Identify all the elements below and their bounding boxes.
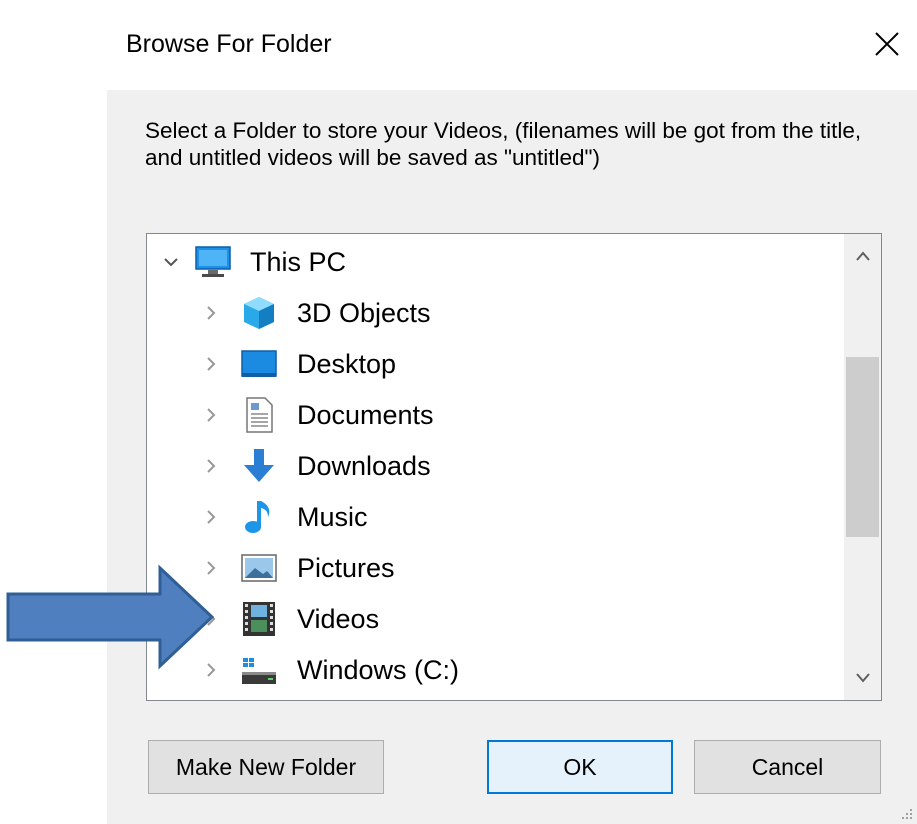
tree-item-label: Downloads [297,450,431,481]
folder-tree[interactable]: This PC 3D Objects Desktop Documents Dow… [146,233,882,701]
scroll-down-button[interactable] [844,656,881,700]
chevron-right-icon[interactable] [201,507,221,527]
tree-item-this-pc[interactable]: This PC [147,238,837,286]
tree-item-label: This PC [250,246,347,277]
tree-item-label: Windows (C:) [297,654,460,685]
chevron-down-icon[interactable] [161,252,181,272]
tree-item-label: Desktop [297,348,397,379]
dialog-body: Select a Folder to store your Videos, (f… [107,90,917,824]
windows-drive-icon [242,658,276,684]
tree-item-desktop[interactable]: Desktop [147,340,837,388]
downloads-icon [244,449,274,482]
tree-item-music[interactable]: Music [147,493,837,541]
music-icon [245,501,270,533]
tree-item-pictures[interactable]: Pictures [147,544,837,592]
documents-icon [246,397,273,433]
this-pc-icon [195,246,231,277]
chevron-right-icon[interactable] [201,303,221,323]
chevron-right-icon[interactable] [201,456,221,476]
3d-objects-icon [244,297,274,329]
make-new-folder-button[interactable]: Make New Folder [148,740,384,794]
chevron-up-icon [855,251,870,261]
scroll-up-button[interactable] [844,234,881,278]
tree-item-label: Music [297,501,368,532]
cancel-button[interactable]: Cancel [694,740,881,794]
tree-item-documents[interactable]: Documents [147,391,837,439]
scrollbar-thumb[interactable] [846,357,879,537]
chevron-right-icon[interactable] [201,405,221,425]
tree-item-downloads[interactable]: Downloads [147,442,837,490]
pictures-icon [241,554,277,582]
tree-item-label: 3D Objects [297,297,431,328]
videos-icon [243,602,275,636]
tree-item-windows-c[interactable]: Windows (C:) [147,646,837,694]
dialog-description: Select a Folder to store your Videos, (f… [145,118,862,170]
tree-scrollbar[interactable] [844,234,881,700]
desktop-icon [241,350,277,377]
tree-item-label: Pictures [297,552,395,583]
chevron-right-icon[interactable] [201,354,221,374]
chevron-down-icon [855,673,870,683]
tree-item-3d-objects[interactable]: 3D Objects [147,289,837,337]
annotation-arrow-icon [6,564,215,670]
tree-item-videos[interactable]: Videos [147,595,837,643]
title-bar: Browse For Folder [107,0,917,90]
close-button[interactable] [863,18,911,70]
window-title: Browse For Folder [126,30,332,58]
tree-item-label: Videos [297,603,380,634]
close-icon [875,32,899,56]
tree-item-label: Documents [297,399,434,430]
resize-grip-icon[interactable] [899,806,913,820]
screenshot: Browse For Folder Select a Folder to sto… [0,0,917,824]
ok-button[interactable]: OK [487,740,673,794]
